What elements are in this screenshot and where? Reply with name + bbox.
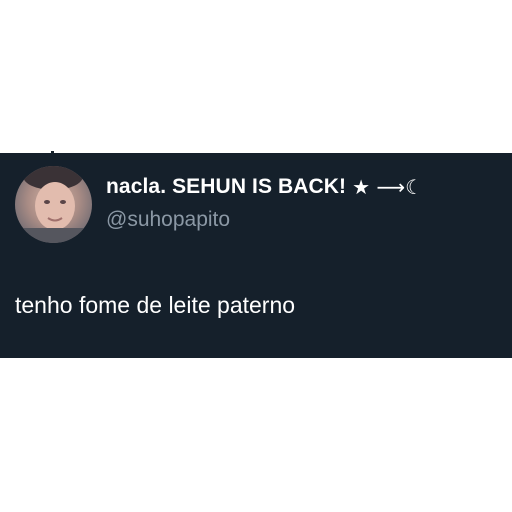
avatar[interactable] <box>15 166 92 243</box>
screenshot-canvas: nacla. SEHUN IS BACK! ★ ⟶☾ @suhopapito t… <box>0 0 512 512</box>
avatar-photo <box>15 166 92 243</box>
tweet-card[interactable]: nacla. SEHUN IS BACK! ★ ⟶☾ @suhopapito t… <box>0 153 512 358</box>
name-symbols: ★ ⟶☾ <box>352 175 424 199</box>
display-name[interactable]: nacla. SEHUN IS BACK! <box>106 175 346 199</box>
tweet-text: tenho fome de leite paterno <box>15 292 296 318</box>
name-row: nacla. SEHUN IS BACK! ★ ⟶☾ <box>106 175 423 199</box>
user-handle[interactable]: @suhopapito <box>106 208 230 232</box>
